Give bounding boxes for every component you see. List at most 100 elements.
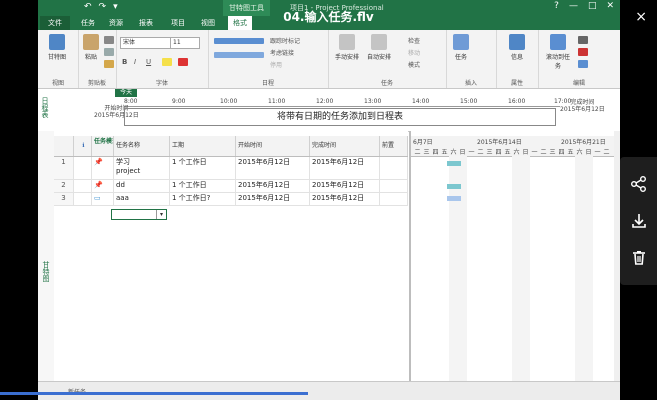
timeline-tick: 9:00	[172, 98, 186, 105]
fill-icon[interactable]	[578, 60, 588, 68]
insert-task-button[interactable]: 任务	[450, 34, 472, 61]
highlight-color-icon[interactable]	[162, 58, 172, 66]
duration-cell[interactable]: 1 个工作日	[170, 157, 236, 179]
today-marker: 今天	[115, 89, 138, 97]
scroll-to-task-button[interactable]: 滚动到任务	[544, 34, 572, 70]
table-row[interactable]: 1 📌 学习 project 1 个工作日 2015年6月12日 2015年6月…	[54, 157, 408, 180]
copy-icon[interactable]	[104, 48, 114, 56]
gantt-bar-task-3[interactable]	[447, 196, 461, 201]
chevron-down-icon[interactable]: ▾	[156, 210, 166, 219]
tab-format[interactable]: 格式	[228, 16, 252, 30]
italic-button[interactable]: I	[134, 58, 136, 66]
header-indicators[interactable]: ℹ	[74, 136, 92, 156]
weekend-shade	[575, 156, 584, 393]
move-button[interactable]: 移动	[408, 48, 420, 57]
respect-links-button[interactable]: 考虑链接	[270, 48, 294, 57]
indent-icons[interactable]	[214, 52, 264, 58]
start-cell[interactable]: 2015年6月12日	[236, 193, 310, 205]
video-progress-bar[interactable]	[0, 392, 308, 395]
timeline[interactable]: 日程表 今天 8:00 9:00 10:00 11:00 12:00 13:00…	[38, 89, 620, 132]
help-icon[interactable]: ?	[554, 1, 559, 11]
auto-schedule-task-icon[interactable]: ▭	[92, 193, 114, 205]
context-tab-label: 甘特图工具	[223, 0, 270, 16]
scroll-to-task-icon	[550, 34, 566, 50]
header-task-mode[interactable]: 任务模式	[92, 136, 114, 156]
task-name-cell[interactable]: aaa	[114, 193, 170, 205]
header-finish[interactable]: 完成时间	[310, 136, 380, 156]
tab-task[interactable]: 任务	[76, 16, 100, 30]
ribbon-group-font: 宋体 11 B I U 字体	[116, 30, 209, 88]
font-size-select[interactable]: 11	[170, 37, 200, 49]
tab-view[interactable]: 视图	[196, 16, 220, 30]
finish-cell[interactable]: 2015年6月12日	[310, 157, 380, 179]
manual-schedule-button[interactable]: 手动安排	[332, 34, 362, 61]
underline-button[interactable]: U	[146, 58, 151, 66]
restore-icon[interactable]: □	[588, 1, 597, 11]
gantt-chart-button[interactable]: 甘特图	[46, 34, 68, 61]
cut-icon[interactable]	[104, 36, 114, 44]
progress-percent-icons[interactable]	[214, 38, 264, 44]
gantt-bar-task-1[interactable]	[447, 161, 461, 166]
info-button[interactable]: 信息	[506, 34, 528, 61]
predecessors-cell[interactable]	[380, 157, 408, 179]
table-row[interactable]: 3 ▭ aaa 1 个工作日? 2015年6月12日 2015年6月12日	[54, 193, 408, 206]
tab-file[interactable]: 文件	[40, 16, 70, 30]
mark-on-track-button[interactable]: 跟踪时标记	[270, 36, 300, 45]
timeline-placeholder[interactable]: 将带有日期的任务添加到日程表	[124, 108, 556, 126]
find-icon[interactable]	[578, 36, 588, 44]
tab-resource[interactable]: 资源	[104, 16, 128, 30]
header-start[interactable]: 开始时间	[236, 136, 310, 156]
manual-pin-icon[interactable]: 📌	[92, 157, 114, 179]
share-icon[interactable]	[630, 175, 648, 193]
predecessors-cell[interactable]	[380, 193, 408, 205]
ribbon: 甘特图 视图 粘贴 剪贴板 宋体 11 B I U 字体 跟踪时标记 考虑链接 …	[38, 30, 620, 89]
inactivate-button[interactable]: 停用	[270, 60, 282, 69]
mode-button[interactable]: 模式	[408, 60, 420, 69]
header-duration[interactable]: 工期	[170, 136, 236, 156]
finish-cell[interactable]: 2015年6月12日	[310, 180, 380, 192]
manual-pin-icon[interactable]: 📌	[92, 180, 114, 192]
gantt-chart[interactable]: 6月7日 2015年6月14日 2015年6月21日 二三四五六日一二三四五六日…	[409, 131, 620, 393]
predecessors-cell[interactable]	[380, 180, 408, 192]
clipboard-icon	[83, 34, 99, 50]
download-icon[interactable]	[630, 212, 648, 230]
header-task-name[interactable]: 任务名称	[114, 136, 170, 156]
close-window-icon[interactable]: ✕	[606, 1, 614, 11]
clear-icon[interactable]	[578, 48, 588, 56]
timeline-tick: 13:00	[364, 98, 382, 105]
start-cell[interactable]: 2015年6月12日	[236, 157, 310, 179]
inspect-button[interactable]: 检查	[408, 36, 420, 45]
close-icon[interactable]: ×	[635, 10, 647, 24]
group-label: 字体	[155, 80, 168, 87]
auto-schedule-button[interactable]: 自动安排	[364, 34, 394, 61]
row-number: 2	[54, 180, 74, 192]
start-cell[interactable]: 2015年6月12日	[236, 180, 310, 192]
ribbon-group-clipboard: 粘贴 剪贴板	[78, 30, 117, 88]
tab-project[interactable]: 项目	[166, 16, 190, 30]
gantt-week-label: 2015年6月14日	[477, 139, 522, 146]
task-mode-edit-cell[interactable]: ▾	[111, 209, 167, 220]
gantt-bar-task-2[interactable]	[447, 184, 461, 189]
timeline-axis	[124, 106, 560, 107]
finish-cell[interactable]: 2015年6月12日	[310, 193, 380, 205]
trash-icon[interactable]	[630, 249, 648, 267]
gantt-day-label: 五	[504, 149, 511, 156]
header-predecessors[interactable]: 前置	[380, 136, 408, 156]
gantt-day-label: 日	[459, 149, 466, 156]
font-color-icon[interactable]	[178, 58, 188, 66]
customize-icon[interactable]: ▾	[113, 2, 118, 12]
minimize-icon[interactable]: —	[569, 1, 578, 11]
table-row[interactable]: 2 📌 dd 1 个工作日 2015年6月12日 2015年6月12日	[54, 180, 408, 193]
format-painter-icon[interactable]	[104, 60, 114, 68]
bold-button[interactable]: B	[122, 58, 127, 66]
undo-icon[interactable]: ↶	[84, 2, 92, 12]
tab-report[interactable]: 报表	[134, 16, 158, 30]
task-name-cell[interactable]: 学习 project	[114, 157, 170, 179]
task-name-cell[interactable]: dd	[114, 180, 170, 192]
paste-button[interactable]: 粘贴	[80, 34, 102, 61]
duration-cell[interactable]: 1 个工作日?	[170, 193, 236, 205]
indicator-cell	[74, 157, 92, 179]
font-name-select[interactable]: 宋体	[120, 37, 172, 49]
redo-icon[interactable]: ↷	[99, 2, 107, 12]
duration-cell[interactable]: 1 个工作日	[170, 180, 236, 192]
